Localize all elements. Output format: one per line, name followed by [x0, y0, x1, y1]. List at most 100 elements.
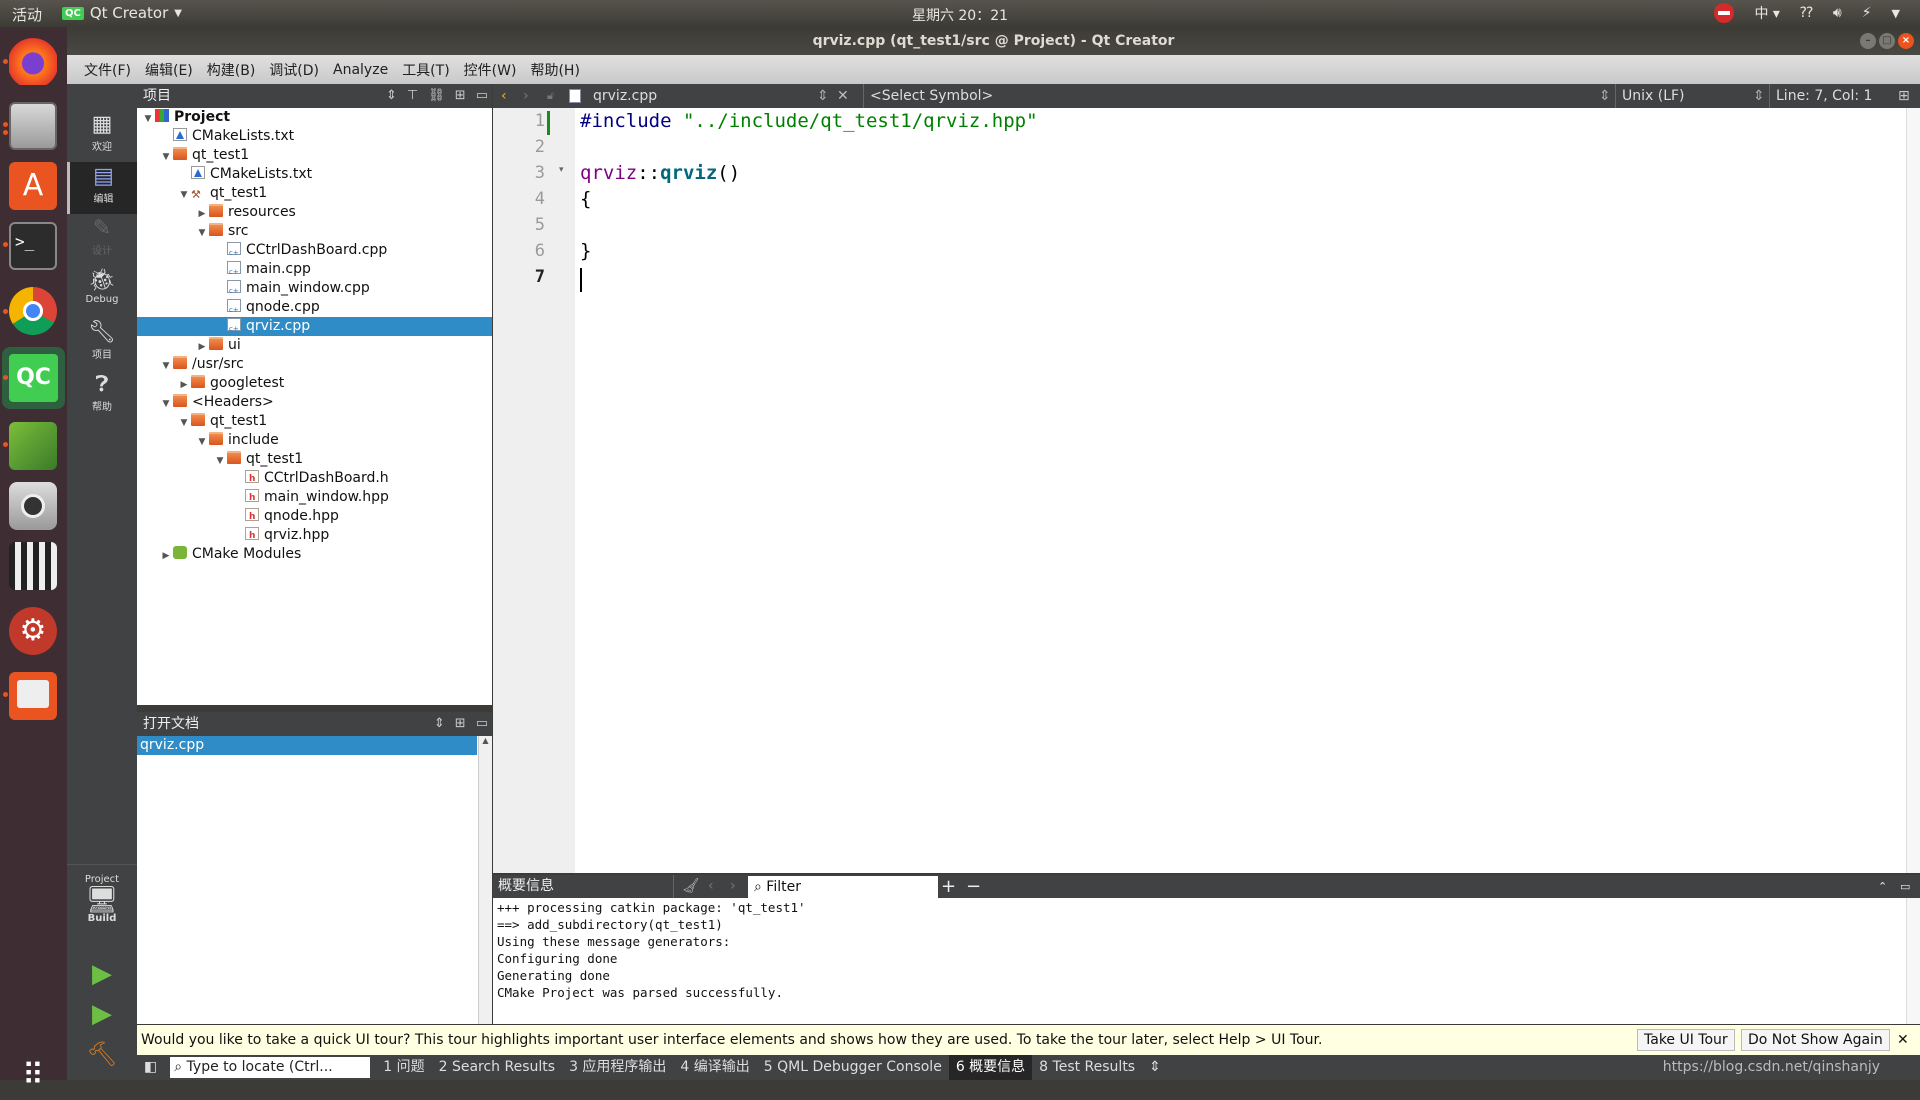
files-icon[interactable] [9, 102, 57, 150]
tree-item[interactable]: CCtrlDashBoard.h [137, 469, 492, 489]
do-not-show-again-button[interactable]: Do Not Show Again [1741, 1029, 1890, 1051]
close-pane-icon[interactable]: ▭ [476, 712, 488, 736]
tree-item[interactable]: main_window.cpp [137, 279, 492, 301]
output-filter-input[interactable]: Filter [766, 879, 801, 895]
pane-issues[interactable]: 1 问题 [376, 1055, 431, 1080]
network-icon[interactable]: ⁇ [1800, 5, 1813, 21]
cursor-position[interactable]: Line: 7, Col: 1 [1769, 84, 1872, 108]
split-icon[interactable]: ⊞ [455, 84, 466, 108]
forward-arrow-icon[interactable]: › [523, 84, 529, 108]
more-panes-icon[interactable]: ⇕ [1142, 1055, 1168, 1080]
network-device-icon[interactable] [9, 672, 57, 720]
menu-analyze[interactable]: Analyze [326, 62, 395, 78]
tree-item[interactable]: CMakeLists.txt [137, 127, 492, 146]
zoom-in-icon[interactable]: + [941, 875, 956, 898]
view-switch-icon[interactable]: ⇕ [434, 712, 445, 736]
symbol-selector[interactable]: <Select Symbol> [863, 84, 993, 108]
no-entry-icon[interactable] [1714, 3, 1735, 23]
tree-item[interactable]: main_window.hpp [137, 488, 492, 508]
tree-item[interactable]: ▼ qt_test1 [137, 450, 492, 469]
open-document-item[interactable]: qrviz.cpp [137, 736, 477, 755]
prev-icon[interactable]: ‹ [708, 875, 714, 898]
pane-search-results[interactable]: 2 Search Results [432, 1055, 562, 1080]
tree-item[interactable]: CMakeLists.txt [137, 165, 492, 184]
firefox-icon[interactable] [9, 37, 57, 85]
minimize-button[interactable]: – [1860, 33, 1876, 49]
menu-help[interactable]: 帮助(H) [523, 60, 586, 80]
next-icon[interactable]: › [730, 875, 736, 898]
mode-debug[interactable]: 🐞︎ Debug [67, 266, 137, 318]
activities-button[interactable]: 活动 [12, 4, 42, 25]
locator-input[interactable]: ⌕ Type to locate (Ctrl... [170, 1057, 371, 1078]
toggle-sidebar-icon[interactable]: ◧ [137, 1055, 164, 1080]
pane-compile-output[interactable]: 4 编译输出 [673, 1055, 756, 1080]
mode-edit[interactable]: ▤ 编辑 [67, 162, 137, 214]
symbol-chevron-icon[interactable]: ⇕ [1599, 84, 1611, 108]
output-scrollbar[interactable] [1906, 898, 1920, 1024]
mode-projects[interactable]: 🔧︎ 项目 [67, 318, 137, 370]
scrollbar[interactable]: ▲ [478, 736, 492, 1024]
tree-item[interactable]: ▶ ui [137, 336, 492, 355]
view-switch-icon[interactable]: ⇕ [386, 84, 397, 108]
tree-item[interactable]: qrviz.cpp [137, 317, 492, 339]
menu-widgets[interactable]: 控件(W) [457, 60, 524, 80]
system-menu-chevron-icon[interactable]: ▼ [1892, 7, 1900, 20]
menu-build[interactable]: 构建(B) [200, 60, 263, 80]
terminal-icon[interactable]: >_ [9, 222, 57, 270]
clock[interactable]: 星期六 20：21 [912, 8, 1008, 24]
code-editor[interactable]: 1 2 3 ▾ 4 5 6 7 #include "../include/qt_test1/q… [493, 108, 1906, 873]
kit-selector[interactable]: Project 🖥︎ Build [67, 874, 137, 946]
video-editor-icon[interactable] [9, 542, 57, 590]
file-selector-chevron-icon[interactable]: ⇕ [817, 84, 829, 108]
spreadsheet-icon[interactable] [9, 422, 57, 470]
split-editor-icon[interactable]: ⊞ [1898, 84, 1910, 108]
collapsed-arrow-icon[interactable]: ▶ [159, 547, 173, 566]
line-ending-selector[interactable]: Unix (LF) [1615, 84, 1685, 108]
camera-icon[interactable] [9, 482, 57, 530]
pane-general-messages[interactable]: 6 概要信息 [948, 1055, 1033, 1080]
volume-icon[interactable]: 🔊︎ [1833, 5, 1842, 21]
app-menu[interactable]: QC Qt Creator ▼ [62, 4, 182, 22]
tree-item[interactable]: ▼/usr/src [137, 355, 492, 374]
close-document-button[interactable]: ✕ [837, 84, 849, 108]
build-button[interactable]: 🔨︎ [67, 1039, 137, 1079]
software-center-icon[interactable]: A [9, 162, 57, 210]
tree-item[interactable]: ▼ <Headers> [137, 393, 492, 412]
back-arrow-icon[interactable]: ‹ [501, 84, 507, 108]
show-applications-icon[interactable]: ⠿ [9, 1052, 57, 1100]
tree-item[interactable]: ▼ ⚒ qt_test1 [137, 184, 492, 203]
lock-icon[interactable]: 🔓︎ [547, 84, 554, 108]
close-output-pane-icon[interactable]: ▭ [1900, 875, 1910, 898]
tree-item[interactable]: ▼ qt_test1 [137, 146, 492, 165]
tree-item[interactable]: ▶ resources [137, 203, 492, 222]
qt-creator-dock-item[interactable]: QC [2, 347, 65, 409]
pane-application-output[interactable]: 3 应用程序输出 [562, 1055, 673, 1080]
close-window-button[interactable]: × [1898, 33, 1914, 49]
tree-item[interactable]: CCtrlDashBoard.cpp [137, 241, 492, 263]
settings-tools-icon[interactable]: ⚙ [9, 607, 57, 655]
menu-debug[interactable]: 调试(D) [262, 60, 326, 80]
pane-qml-debugger-console[interactable]: 5 QML Debugger Console [757, 1055, 949, 1080]
tree-item[interactable]: qnode.cpp [137, 298, 492, 320]
menu-tools[interactable]: 工具(T) [395, 60, 456, 80]
current-file-selector[interactable]: qrviz.cpp [593, 84, 657, 108]
tree-item[interactable]: main.cpp [137, 260, 492, 282]
maximize-button[interactable]: □ [1879, 33, 1895, 49]
take-ui-tour-button[interactable]: Take UI Tour [1637, 1029, 1735, 1051]
battery-icon[interactable]: ⚡ [1862, 5, 1872, 21]
split-icon[interactable]: ⊞ [455, 712, 466, 736]
close-pane-icon[interactable]: ▭ [476, 84, 488, 108]
menu-edit[interactable]: 编辑(E) [138, 60, 200, 80]
run-button[interactable]: ▶ [67, 959, 137, 999]
menu-file[interactable]: 文件(F) [77, 60, 138, 80]
tree-item[interactable]: qrviz.hpp [137, 526, 492, 546]
maximize-pane-icon[interactable]: ⌃ [1878, 875, 1887, 898]
line-ending-chevron-icon[interactable]: ⇕ [1753, 84, 1765, 108]
tree-item[interactable]: ▼ Project [137, 108, 492, 127]
tree-item[interactable]: ▼ qt_test1 [137, 412, 492, 431]
zoom-out-icon[interactable]: − [966, 875, 981, 898]
tree-item[interactable]: ▶ CMake Modules [137, 545, 492, 564]
editor-scrollbar[interactable] [1906, 108, 1920, 873]
debug-run-button[interactable]: ▶ [67, 999, 137, 1039]
sync-link-icon[interactable]: ⛓ [428, 84, 445, 108]
